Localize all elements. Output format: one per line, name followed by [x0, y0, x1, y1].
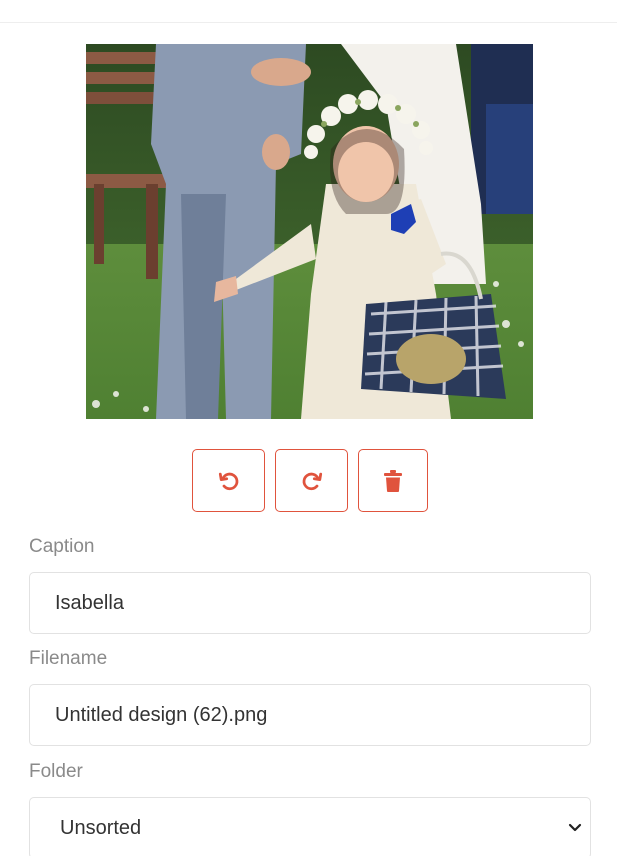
- folder-label: Folder: [29, 761, 83, 782]
- rotate-right-icon: [302, 472, 322, 490]
- folder-select-value: Unsorted: [60, 817, 142, 839]
- filename-input[interactable]: [29, 684, 591, 746]
- caption-input[interactable]: [29, 572, 591, 634]
- photo-image: [86, 44, 533, 419]
- chevron-down-icon: [568, 823, 582, 832]
- rotate-left-button[interactable]: [192, 449, 265, 512]
- image-actions-toolbar: [192, 449, 428, 512]
- caption-label: Caption: [29, 536, 95, 557]
- rotate-right-button[interactable]: [275, 449, 348, 512]
- photo-preview: [86, 44, 533, 419]
- trash-icon: [384, 469, 402, 492]
- delete-button[interactable]: [358, 449, 428, 512]
- rotate-left-icon: [218, 472, 238, 490]
- top-divider: [0, 22, 617, 23]
- folder-select[interactable]: Unsorted: [29, 797, 591, 856]
- filename-label: Filename: [29, 648, 108, 669]
